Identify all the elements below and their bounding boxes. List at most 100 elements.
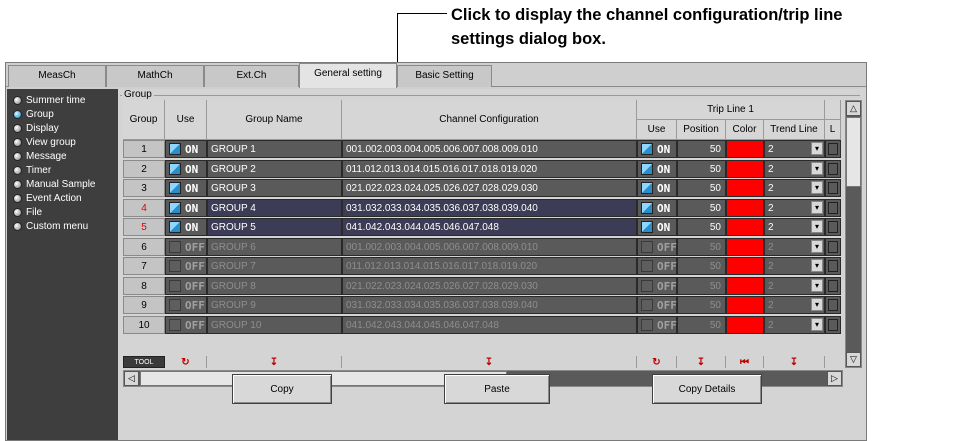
trip-position-field[interactable]: 50	[677, 218, 726, 236]
chevron-down-icon[interactable]: ▾	[811, 142, 823, 155]
trip-color-swatch[interactable]	[726, 160, 764, 178]
tab-general-setting[interactable]: General setting	[299, 63, 397, 88]
use-toggle[interactable]: OFF	[165, 277, 207, 295]
channel-configuration-field[interactable]: 021.022.023.024.025.026.027.028.029.030	[342, 277, 637, 295]
sidebar-item-file[interactable]: File	[7, 205, 118, 219]
trend-line-select[interactable]: 2 ▾	[764, 199, 825, 217]
trip-use-toggle[interactable]: ON	[637, 140, 677, 158]
trip-color-swatch[interactable]	[726, 238, 764, 256]
trend-line-select[interactable]: 2 ▾	[764, 140, 825, 158]
trend-line-select[interactable]: 2 ▾	[764, 257, 825, 275]
trailing-column-cell[interactable]	[825, 179, 841, 197]
chevron-down-icon[interactable]: ▾	[811, 259, 823, 272]
row-number[interactable]: 5	[123, 218, 165, 236]
vertical-scrollbar[interactable]: △ ▽	[845, 100, 862, 368]
tab-extch[interactable]: Ext.Ch	[204, 65, 299, 87]
scroll-left-arrow-icon[interactable]: ◁	[124, 371, 139, 386]
copy-button[interactable]: Copy	[232, 374, 332, 404]
sidebar-item-event-action[interactable]: Event Action	[7, 191, 118, 205]
group-name-field[interactable]: GROUP 1	[207, 140, 342, 158]
trip-position-field[interactable]: 50	[677, 257, 726, 275]
chevron-down-icon[interactable]: ▾	[811, 298, 823, 311]
chevron-down-icon[interactable]: ▾	[811, 240, 823, 253]
trip-position-field[interactable]: 50	[677, 277, 726, 295]
trip-position-field[interactable]: 50	[677, 140, 726, 158]
scroll-up-arrow-icon[interactable]: △	[846, 101, 861, 116]
copy-details-button[interactable]: Copy Details	[652, 374, 762, 404]
use-toggle[interactable]: ON	[165, 140, 207, 158]
channel-configuration-field[interactable]: 031.032.033.034.035.036.037.038.039.040	[342, 199, 637, 217]
use-toggle[interactable]: ON	[165, 179, 207, 197]
chevron-down-icon[interactable]: ▾	[811, 162, 823, 175]
chevron-down-icon[interactable]: ▾	[811, 201, 823, 214]
use-toggle[interactable]: ON	[165, 218, 207, 236]
channel-configuration-field[interactable]: 001.002.003.004.005.006.007.008.009.010	[342, 238, 637, 256]
channel-configuration-field[interactable]: 001.002.003.004.005.006.007.008.009.010	[342, 140, 637, 158]
use-toggle[interactable]: OFF	[165, 257, 207, 275]
row-number[interactable]: 10	[123, 316, 165, 334]
trend-line-select[interactable]: 2 ▾	[764, 316, 825, 334]
channel-configuration-field[interactable]: 031.032.033.034.035.036.037.038.039.040	[342, 296, 637, 314]
fill-down-icon[interactable]: ↧	[207, 356, 342, 368]
sidebar-item-summer-time[interactable]: Summer time	[7, 93, 118, 107]
trailing-column-cell[interactable]	[825, 316, 841, 334]
row-number[interactable]: 8	[123, 277, 165, 295]
trend-line-select[interactable]: 2 ▾	[764, 296, 825, 314]
group-name-field[interactable]: GROUP 6	[207, 238, 342, 256]
trip-use-toggle[interactable]: OFF	[637, 257, 677, 275]
trip-use-toggle[interactable]: OFF	[637, 316, 677, 334]
sidebar-item-timer[interactable]: Timer	[7, 163, 118, 177]
trailing-column-cell[interactable]	[825, 140, 841, 158]
row-number[interactable]: 7	[123, 257, 165, 275]
trip-color-swatch[interactable]	[726, 316, 764, 334]
trailing-column-cell[interactable]	[825, 218, 841, 236]
sidebar-item-display[interactable]: Display	[7, 121, 118, 135]
row-number[interactable]: 2	[123, 160, 165, 178]
skip-back-icon[interactable]: ⏮	[726, 356, 764, 368]
row-number[interactable]: 6	[123, 238, 165, 256]
group-name-field[interactable]: GROUP 8	[207, 277, 342, 295]
trend-line-select[interactable]: 2 ▾	[764, 277, 825, 295]
group-name-field[interactable]: GROUP 5	[207, 218, 342, 236]
row-number[interactable]: 9	[123, 296, 165, 314]
chevron-down-icon[interactable]: ▾	[811, 181, 823, 194]
channel-configuration-field[interactable]: 011.012.013.014.015.016.017.018.019.020	[342, 160, 637, 178]
trip-color-swatch[interactable]	[726, 140, 764, 158]
trip-position-field[interactable]: 50	[677, 238, 726, 256]
trip-use-toggle[interactable]: OFF	[637, 238, 677, 256]
trip-color-swatch[interactable]	[726, 218, 764, 236]
row-number[interactable]: 1	[123, 140, 165, 158]
tab-measch[interactable]: MeasCh	[8, 65, 106, 87]
channel-configuration-field[interactable]: 041.042.043.044.045.046.047.048	[342, 316, 637, 334]
chevron-down-icon[interactable]: ▾	[811, 220, 823, 233]
trip-position-field[interactable]: 50	[677, 316, 726, 334]
use-toggle[interactable]: OFF	[165, 296, 207, 314]
trailing-column-cell[interactable]	[825, 277, 841, 295]
fill-down-icon[interactable]: ↧	[764, 356, 825, 368]
sidebar-item-custom-menu[interactable]: Custom menu	[7, 219, 118, 233]
trip-position-field[interactable]: 50	[677, 160, 726, 178]
trip-use-toggle[interactable]: OFF	[637, 277, 677, 295]
use-toggle[interactable]: ON	[165, 160, 207, 178]
trip-color-swatch[interactable]	[726, 179, 764, 197]
group-name-field[interactable]: GROUP 3	[207, 179, 342, 197]
trip-use-toggle[interactable]: ON	[637, 179, 677, 197]
sidebar-item-manual-sample[interactable]: Manual Sample	[7, 177, 118, 191]
trend-line-select[interactable]: 2 ▾	[764, 238, 825, 256]
channel-configuration-field[interactable]: 041.042.043.044.045.046.047.048	[342, 218, 637, 236]
group-name-field[interactable]: GROUP 2	[207, 160, 342, 178]
sidebar-item-group[interactable]: Group	[7, 107, 118, 121]
use-toggle[interactable]: OFF	[165, 316, 207, 334]
row-number[interactable]: 4	[123, 199, 165, 217]
trip-position-field[interactable]: 50	[677, 199, 726, 217]
group-name-field[interactable]: GROUP 10	[207, 316, 342, 334]
trip-color-swatch[interactable]	[726, 199, 764, 217]
trend-line-select[interactable]: 2 ▾	[764, 218, 825, 236]
fill-down-icon[interactable]: ↧	[677, 356, 726, 368]
sidebar-item-view-group[interactable]: View group	[7, 135, 118, 149]
vertical-scroll-thumb[interactable]	[846, 117, 861, 187]
trip-use-toggle[interactable]: ON	[637, 199, 677, 217]
trip-position-field[interactable]: 50	[677, 296, 726, 314]
trip-color-swatch[interactable]	[726, 296, 764, 314]
trailing-column-cell[interactable]	[825, 257, 841, 275]
